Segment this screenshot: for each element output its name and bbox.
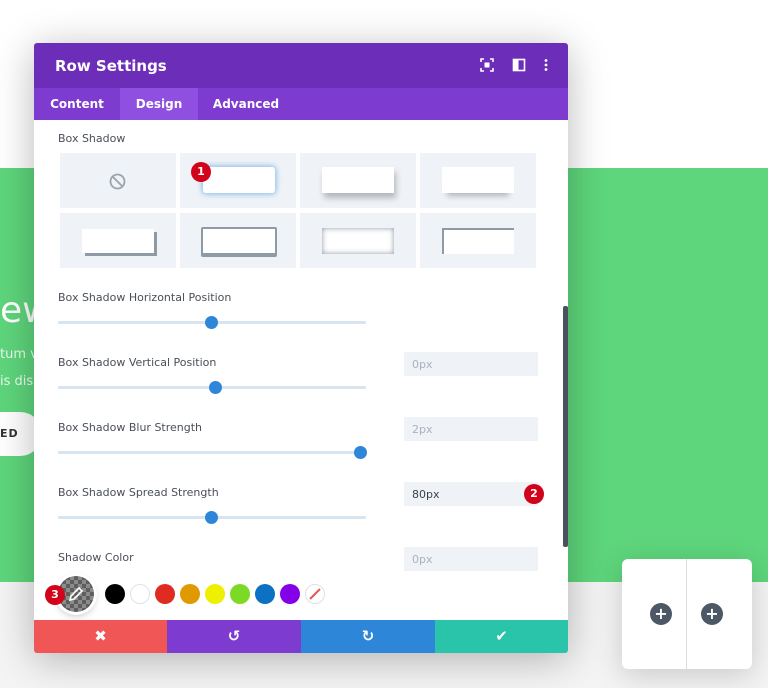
box-shadow-preset-4[interactable]	[60, 213, 176, 268]
undo-button[interactable]: ↺	[167, 620, 301, 653]
annotation-badge-1: 1	[191, 162, 211, 182]
spread-strength-input[interactable]	[404, 547, 538, 571]
color-swatch-red[interactable]	[155, 584, 175, 604]
split-view-icon[interactable]	[512, 57, 528, 73]
tab-advanced[interactable]: Advanced	[198, 88, 294, 120]
tab-design[interactable]: Design	[120, 88, 198, 120]
fullscreen-icon[interactable]	[480, 57, 496, 73]
box-shadow-preset-6[interactable]	[300, 213, 416, 268]
save-button[interactable]: ✔	[435, 620, 568, 653]
box-shadow-preset-3[interactable]	[420, 153, 536, 208]
add-module-button-left[interactable]: +	[650, 603, 672, 625]
box-shadow-label: Box Shadow	[58, 132, 126, 145]
spread-strength-slider-thumb[interactable]	[205, 511, 218, 524]
field-label-spread-strength: Box Shadow Spread Strength	[58, 486, 219, 499]
box-shadow-preset-5[interactable]	[180, 213, 296, 268]
horizontal-position-input[interactable]	[404, 352, 538, 376]
modal-scrollbar[interactable]	[563, 306, 568, 547]
box-shadow-preset-2[interactable]	[300, 153, 416, 208]
box-shadow-presets: 1	[60, 153, 537, 269]
annotation-badge-2: 2	[524, 484, 544, 504]
blur-strength-input[interactable]	[404, 482, 538, 506]
field-label-vertical-position: Box Shadow Vertical Position	[58, 356, 217, 369]
no-shadow-icon	[109, 173, 126, 190]
color-swatch-yellow[interactable]	[205, 584, 225, 604]
redo-button[interactable]: ↻	[301, 620, 435, 653]
field-label-blur-strength: Box Shadow Blur Strength	[58, 421, 203, 434]
blur-strength-slider-thumb[interactable]	[354, 446, 367, 459]
color-swatch-purple[interactable]	[280, 584, 300, 604]
modal-footer: ✖ ↺ ↻ ✔	[34, 620, 568, 653]
color-swatch-blue[interactable]	[255, 584, 275, 604]
column-layout-widget: + +	[622, 559, 752, 669]
vertical-position-slider-thumb[interactable]	[209, 381, 222, 394]
modal-body: Box Shadow 1 Box Shadow Horizontal Posit…	[34, 120, 568, 620]
cancel-button[interactable]: ✖	[34, 620, 167, 653]
color-swatch-transparent[interactable]	[305, 584, 325, 604]
row-settings-modal: Row Settings Content Design Advanced Box…	[34, 43, 568, 653]
modal-tabs: Content Design Advanced	[34, 88, 568, 120]
column-divider	[686, 559, 687, 669]
page-text-fragment-1: tum v	[0, 347, 38, 362]
modal-title: Row Settings	[55, 57, 167, 75]
horizontal-position-slider-thumb[interactable]	[205, 316, 218, 329]
tab-content[interactable]: Content	[34, 88, 120, 120]
blur-strength-slider[interactable]	[58, 451, 366, 454]
modal-header: Row Settings	[34, 43, 568, 88]
more-vertical-icon[interactable]	[539, 57, 555, 73]
transparent-slash-icon	[309, 588, 321, 600]
add-module-button-right[interactable]: +	[701, 603, 723, 625]
color-swatch-black[interactable]	[105, 584, 125, 604]
box-shadow-preset-none[interactable]	[60, 153, 176, 208]
field-label-horizontal-position: Box Shadow Horizontal Position	[58, 291, 232, 304]
eyedropper-icon	[68, 586, 84, 602]
box-shadow-preset-7[interactable]	[420, 213, 536, 268]
annotation-badge-3: 3	[45, 585, 65, 605]
page-text-fragment-2: is dis	[0, 374, 34, 389]
shadow-color-label: Shadow Color	[58, 551, 134, 564]
color-swatch-white[interactable]	[130, 584, 150, 604]
color-swatch-orange[interactable]	[180, 584, 200, 604]
color-swatch-green[interactable]	[230, 584, 250, 604]
vertical-position-input[interactable]	[404, 417, 538, 441]
